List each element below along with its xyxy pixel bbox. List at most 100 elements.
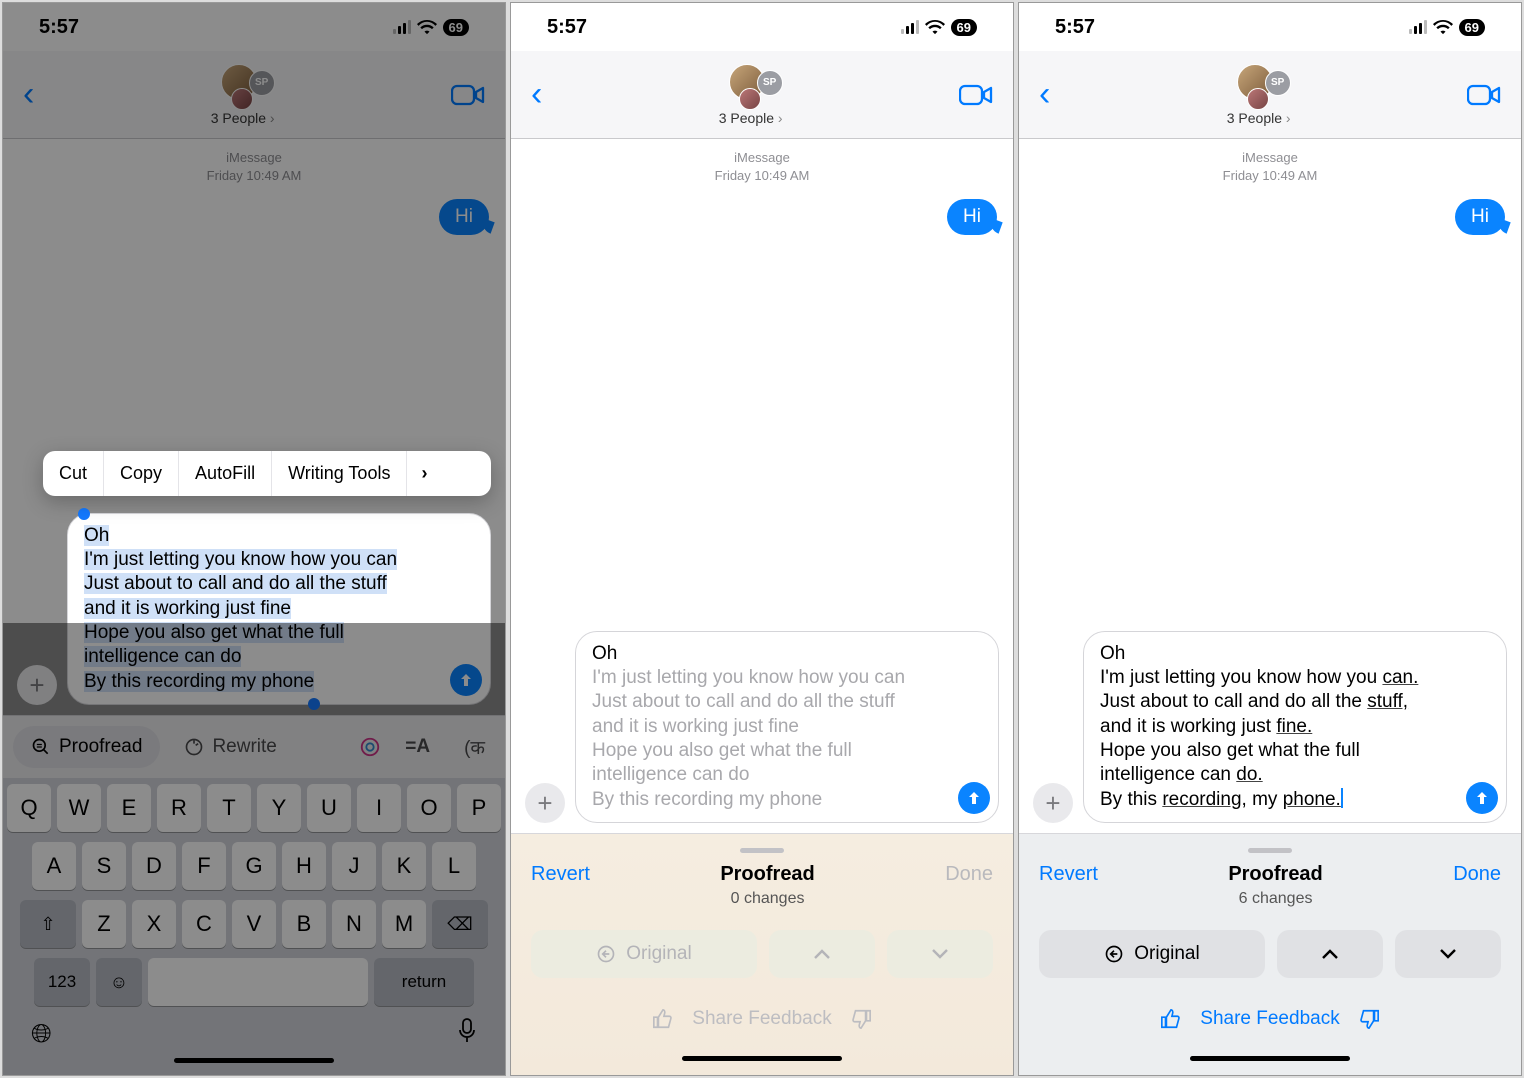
globe-icon[interactable]: 🌐︎ bbox=[31, 1018, 52, 1050]
message-bubble-hi[interactable]: Hi bbox=[439, 199, 489, 235]
back-button[interactable]: ‹ bbox=[23, 75, 34, 114]
status-time: 5:57 bbox=[1055, 16, 1095, 39]
wt-font-icon[interactable]: =A bbox=[395, 726, 440, 768]
next-change-button[interactable] bbox=[1395, 930, 1501, 978]
facetime-video-icon[interactable] bbox=[451, 83, 485, 107]
compose-text-input[interactable]: Oh I'm just letting you know how you can… bbox=[575, 631, 999, 823]
people-label: 3 People bbox=[211, 110, 275, 126]
header-title[interactable]: SP 3 People bbox=[719, 64, 783, 126]
text-cursor bbox=[1341, 788, 1343, 808]
send-button[interactable] bbox=[958, 782, 990, 814]
original-button[interactable]: Original bbox=[531, 930, 757, 978]
next-change-button[interactable] bbox=[887, 930, 993, 978]
key-q[interactable]: Q bbox=[7, 784, 51, 832]
key-p[interactable]: P bbox=[457, 784, 501, 832]
panel-grabber[interactable] bbox=[740, 848, 784, 853]
key-o[interactable]: O bbox=[407, 784, 451, 832]
message-bubble-hi[interactable]: Hi bbox=[947, 199, 997, 235]
key-t[interactable]: T bbox=[207, 784, 251, 832]
home-indicator[interactable] bbox=[174, 1058, 334, 1063]
plus-button[interactable]: + bbox=[1033, 783, 1073, 823]
key-return[interactable]: return bbox=[374, 958, 474, 1006]
key-shift[interactable]: ⇧ bbox=[20, 900, 76, 948]
key-emoji[interactable]: ☺ bbox=[96, 958, 142, 1006]
send-button[interactable] bbox=[450, 664, 482, 696]
key-x[interactable]: X bbox=[132, 900, 176, 948]
key-space[interactable] bbox=[148, 958, 368, 1006]
ctx-autofill[interactable]: AutoFill bbox=[179, 451, 272, 496]
key-k[interactable]: K bbox=[382, 842, 426, 890]
key-s[interactable]: S bbox=[82, 842, 126, 890]
original-button[interactable]: Original bbox=[1039, 930, 1265, 978]
wt-translate-icon[interactable]: (क bbox=[454, 724, 495, 770]
home-indicator[interactable] bbox=[682, 1056, 842, 1061]
key-n[interactable]: N bbox=[332, 900, 376, 948]
key-f[interactable]: F bbox=[182, 842, 226, 890]
key-l[interactable]: L bbox=[432, 842, 476, 890]
ctx-copy[interactable]: Copy bbox=[104, 451, 179, 496]
siri-intelligence-icon[interactable] bbox=[359, 736, 381, 758]
wt-rewrite-chip[interactable]: Rewrite bbox=[174, 726, 286, 768]
send-button[interactable] bbox=[1466, 782, 1498, 814]
nav-header: ‹ SP 3 People bbox=[511, 51, 1013, 139]
key-123[interactable]: 123 bbox=[34, 958, 90, 1006]
original-icon bbox=[1104, 944, 1124, 964]
prev-change-button[interactable] bbox=[769, 930, 875, 978]
dictation-mic-icon[interactable] bbox=[457, 1018, 477, 1044]
done-button[interactable]: Done bbox=[1453, 863, 1501, 886]
message-thread[interactable]: iMessageFriday 10:49 AM Hi bbox=[511, 139, 1013, 623]
key-h[interactable]: H bbox=[282, 842, 326, 890]
compose-area: + Oh I'm just letting you know how you c… bbox=[511, 623, 1013, 833]
key-d[interactable]: D bbox=[132, 842, 176, 890]
ctx-writing-tools[interactable]: Writing Tools bbox=[272, 451, 407, 496]
keyboard-row-4: 123 ☺ return bbox=[7, 958, 501, 1006]
key-b[interactable]: B bbox=[282, 900, 326, 948]
done-button[interactable]: Done bbox=[945, 863, 993, 886]
key-i[interactable]: I bbox=[357, 784, 401, 832]
key-z[interactable]: Z bbox=[82, 900, 126, 948]
prev-change-button[interactable] bbox=[1277, 930, 1383, 978]
ctx-cut[interactable]: Cut bbox=[43, 451, 104, 496]
compose-text-input[interactable]: Oh I'm just letting you know how you can… bbox=[67, 513, 491, 705]
key-c[interactable]: C bbox=[182, 900, 226, 948]
thumbs-up-icon bbox=[652, 1008, 674, 1030]
home-indicator[interactable] bbox=[1190, 1056, 1350, 1061]
plus-button[interactable]: + bbox=[525, 783, 565, 823]
key-j[interactable]: J bbox=[332, 842, 376, 890]
people-label: 3 People bbox=[1227, 110, 1291, 126]
panel-grabber[interactable] bbox=[1248, 848, 1292, 853]
share-feedback[interactable]: Share Feedback bbox=[1039, 1008, 1501, 1030]
key-v[interactable]: V bbox=[232, 900, 276, 948]
key-backspace[interactable]: ⌫ bbox=[432, 900, 488, 948]
chevron-up-icon bbox=[813, 948, 831, 960]
message-bubble-hi[interactable]: Hi bbox=[1455, 199, 1505, 235]
facetime-video-icon[interactable] bbox=[959, 83, 993, 107]
header-title[interactable]: SP 3 People bbox=[211, 64, 275, 126]
wifi-icon bbox=[925, 20, 945, 35]
key-u[interactable]: U bbox=[307, 784, 351, 832]
header-title[interactable]: SP 3 People bbox=[1227, 64, 1291, 126]
facetime-video-icon[interactable] bbox=[1467, 83, 1501, 107]
revert-button[interactable]: Revert bbox=[1039, 863, 1098, 886]
key-e[interactable]: E bbox=[107, 784, 151, 832]
status-bar: 5:57 69 bbox=[3, 3, 505, 51]
share-feedback[interactable]: Share Feedback bbox=[531, 1008, 993, 1030]
compose-text-input[interactable]: Oh I'm just letting you know how you can… bbox=[1083, 631, 1507, 823]
message-thread[interactable]: iMessageFriday 10:49 AM Hi bbox=[1019, 139, 1521, 623]
back-button[interactable]: ‹ bbox=[1039, 75, 1050, 114]
key-w[interactable]: W bbox=[57, 784, 101, 832]
wt-proofread-chip[interactable]: Proofread bbox=[13, 726, 160, 768]
key-m[interactable]: M bbox=[382, 900, 426, 948]
key-g[interactable]: G bbox=[232, 842, 276, 890]
ctx-more-icon[interactable]: › bbox=[407, 451, 441, 496]
selection-handle-end[interactable] bbox=[308, 698, 320, 710]
key-r[interactable]: R bbox=[157, 784, 201, 832]
key-a[interactable]: A bbox=[32, 842, 76, 890]
revert-button[interactable]: Revert bbox=[531, 863, 590, 886]
key-y[interactable]: Y bbox=[257, 784, 301, 832]
plus-button[interactable]: + bbox=[17, 665, 57, 705]
back-button[interactable]: ‹ bbox=[531, 75, 542, 114]
original-icon bbox=[596, 944, 616, 964]
selection-handle-start[interactable] bbox=[78, 508, 90, 520]
panel-title: Proofread bbox=[1228, 863, 1322, 886]
